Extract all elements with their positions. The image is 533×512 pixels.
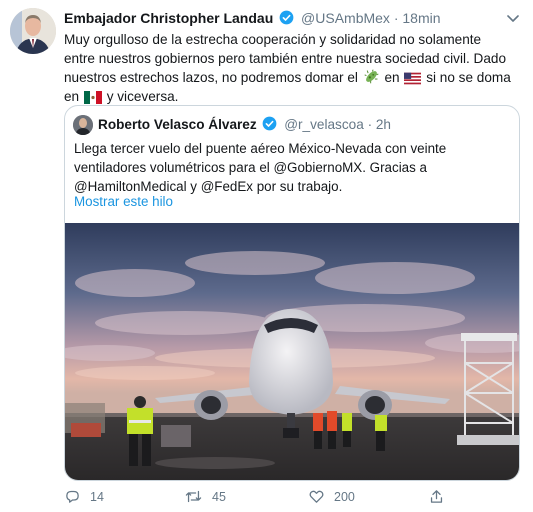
reply-button[interactable]: 14 (64, 488, 104, 505)
heart-icon (309, 490, 324, 503)
share-icon (430, 490, 443, 503)
verified-badge-icon (263, 116, 277, 131)
mexico-flag-icon (83, 91, 102, 104)
chevron-down-icon[interactable] (505, 10, 521, 26)
tweet-text-part: en (384, 70, 400, 85)
tweet-text-part: y viceversa. (106, 89, 179, 104)
show-thread-link[interactable]: Mostrar este hilo (74, 194, 173, 209)
retweet-button[interactable]: 45 (184, 488, 226, 505)
quoted-tweet[interactable]: Roberto Velasco Álvarez @r_velascoa · 2h… (64, 105, 520, 481)
quoted-author-avatar[interactable] (73, 115, 93, 135)
quoted-text: Llega tercer vuelo del puente aéreo Méxi… (74, 141, 447, 194)
tweet-actions: 14 45 200 (64, 488, 514, 508)
author-photo (10, 8, 56, 54)
like-count: 200 (334, 489, 355, 504)
retweet-icon (185, 490, 202, 503)
tweet-text: Muy orgulloso de la estrecha cooperación… (64, 30, 514, 106)
quoted-author-handle[interactable]: @r_velascoa (284, 117, 364, 132)
retweet-count: 45 (212, 489, 226, 504)
separator-dot: · (393, 10, 399, 26)
tweet-header: Embajador Christopher Landau @USAmbMex ·… (64, 10, 441, 26)
verified-badge-icon (279, 10, 294, 25)
like-button[interactable]: 200 (308, 488, 355, 505)
quoted-header: Roberto Velasco Álvarez @r_velascoa · 2h (98, 116, 391, 132)
reply-count: 14 (90, 489, 104, 504)
airplane-photo[interactable] (65, 223, 519, 480)
quoted-author-photo (73, 115, 93, 135)
quoted-time[interactable]: 2h (376, 117, 391, 132)
author-handle[interactable]: @USAmbMex (301, 10, 390, 26)
separator-dot: · (367, 117, 373, 132)
microbe-icon (364, 69, 379, 84)
tweet-time[interactable]: 18min (402, 10, 440, 26)
author-avatar[interactable] (10, 8, 56, 54)
us-flag-icon (404, 72, 422, 85)
share-button[interactable] (428, 488, 445, 505)
quoted-author-name[interactable]: Roberto Velasco Álvarez (98, 117, 257, 132)
tweet: Embajador Christopher Landau @USAmbMex ·… (0, 0, 533, 512)
author-name[interactable]: Embajador Christopher Landau (64, 10, 273, 26)
reply-icon (66, 490, 79, 503)
